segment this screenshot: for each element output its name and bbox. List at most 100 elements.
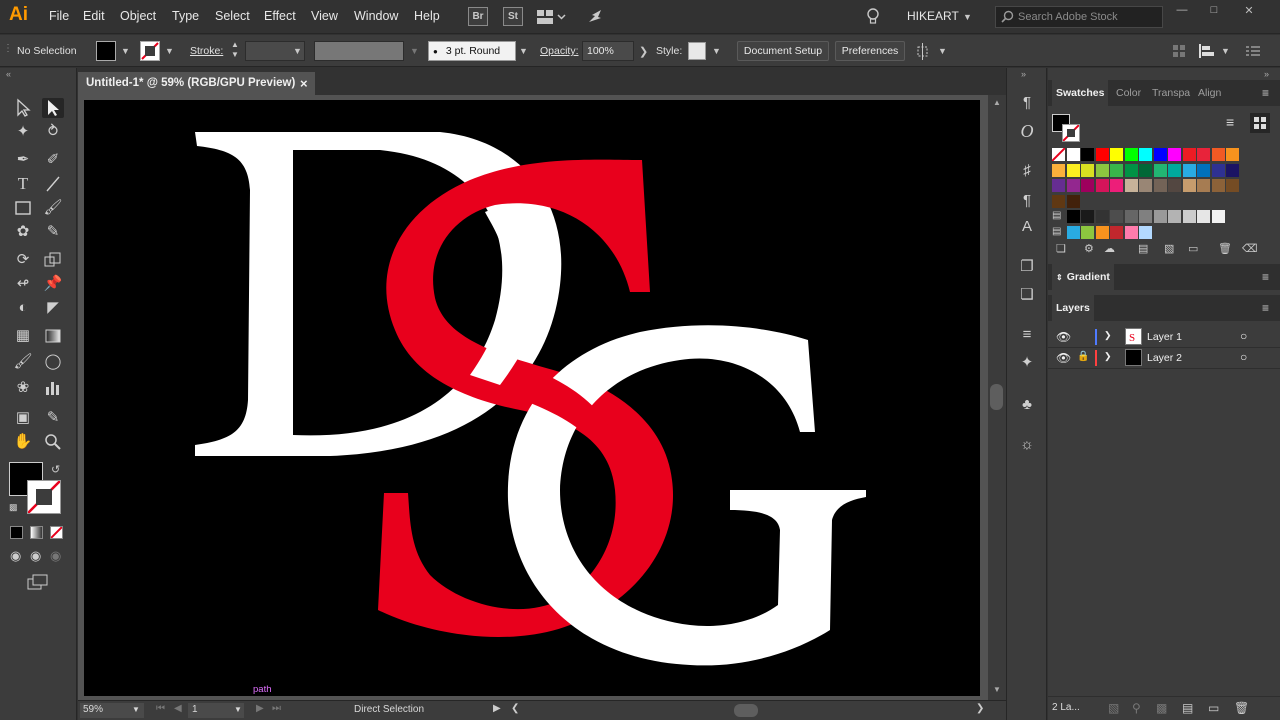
- swatch[interactable]: [1182, 163, 1196, 177]
- stroke-stepper[interactable]: ▲ ▼: [231, 40, 239, 60]
- default-colors-icon[interactable]: ▩: [9, 502, 18, 513]
- draw-behind-icon[interactable]: ◉: [30, 548, 41, 564]
- line-tool-icon[interactable]: [42, 174, 64, 194]
- swatch[interactable]: [1081, 163, 1094, 177]
- swatch[interactable]: [1124, 179, 1138, 192]
- menu-effect[interactable]: Effect: [264, 9, 296, 23]
- delete-swatch-icon[interactable]: 🗑: [1218, 242, 1232, 255]
- swatch[interactable]: [1110, 225, 1123, 239]
- opentype-icon[interactable]: O: [1016, 120, 1038, 142]
- menu-select[interactable]: Select: [215, 9, 250, 23]
- expand-dock-icon[interactable]: »: [1021, 69, 1026, 79]
- last-artboard-icon[interactable]: ⏭: [272, 703, 281, 714]
- swatch[interactable]: [1226, 163, 1239, 177]
- swatch[interactable]: [1066, 225, 1080, 239]
- swatch[interactable]: [1211, 148, 1225, 161]
- panel-menu-icon[interactable]: ≡: [1262, 301, 1269, 315]
- screen-mode-icon[interactable]: [27, 574, 49, 590]
- eyedropper-tool-icon[interactable]: 🖌: [12, 352, 34, 372]
- swatch[interactable]: [1052, 179, 1065, 192]
- new-color-group-icon[interactable]: ▧: [1164, 242, 1174, 255]
- close-tab-icon[interactable]: ×: [300, 72, 308, 95]
- stroke-swatch[interactable]: [140, 41, 160, 61]
- swatch[interactable]: [1124, 210, 1138, 223]
- tab-swatches[interactable]: Swatches: [1052, 80, 1109, 106]
- swatch[interactable]: [1081, 225, 1094, 239]
- bridge-button[interactable]: Br: [468, 7, 488, 26]
- chevron-down-icon[interactable]: ▼: [712, 46, 721, 56]
- swatch[interactable]: [1051, 147, 1066, 162]
- menu-window[interactable]: Window: [354, 9, 398, 23]
- visibility-eye-icon[interactable]: 👁: [1056, 351, 1071, 365]
- swatch[interactable]: [1226, 179, 1239, 192]
- dsg-logo-artwork[interactable]: [84, 100, 980, 696]
- maximize-icon[interactable]: □: [1200, 4, 1228, 16]
- expand-layer-icon[interactable]: ❯: [1104, 351, 1112, 362]
- layer-name[interactable]: Layer 1: [1147, 331, 1182, 343]
- close-window-icon[interactable]: ✕: [1235, 4, 1263, 17]
- previous-artboard-icon[interactable]: ◀: [174, 703, 182, 714]
- opacity-label[interactable]: Opacity:: [540, 45, 579, 57]
- lasso-tool-icon[interactable]: ⥁: [42, 122, 64, 142]
- swatch[interactable]: [1211, 210, 1225, 223]
- swatch[interactable]: [1066, 179, 1080, 192]
- direct-selection-tool-icon[interactable]: [42, 98, 64, 118]
- variable-width-profile[interactable]: [314, 41, 404, 61]
- menu-view[interactable]: View: [311, 9, 338, 23]
- width-tool-icon[interactable]: ↫: [12, 274, 34, 294]
- search-stock-input[interactable]: Search Adobe Stock: [995, 6, 1163, 28]
- chevron-down-icon[interactable]: ▼: [410, 46, 419, 56]
- new-sublayer-icon[interactable]: ▤: [1182, 701, 1193, 715]
- layer-row[interactable]: 👁 🔒 ❯ Layer 2 ○: [1048, 348, 1280, 369]
- none-mode-icon[interactable]: [50, 526, 63, 539]
- swatch-grid[interactable]: ▤ ▤: [1051, 147, 1272, 239]
- visibility-eye-icon[interactable]: 👁: [1056, 330, 1071, 344]
- swatch[interactable]: [1211, 179, 1225, 192]
- tab-gradient[interactable]: ⇕ Gradient: [1052, 264, 1114, 290]
- scroll-right-icon[interactable]: ❯: [976, 703, 984, 714]
- scale-tool-icon[interactable]: [42, 250, 64, 270]
- swatch[interactable]: [1110, 179, 1123, 192]
- collect-export-icon[interactable]: ▧: [1108, 701, 1119, 715]
- fill-swatch[interactable]: [96, 41, 116, 61]
- swatch[interactable]: [1197, 148, 1210, 161]
- arrange-documents-icon[interactable]: [536, 8, 566, 26]
- swatch[interactable]: [1124, 225, 1138, 239]
- swatch[interactable]: [1052, 194, 1065, 208]
- layer-row[interactable]: 👁 ❯ S Layer 1 ○: [1048, 327, 1280, 348]
- shaper-tool-icon[interactable]: ✿: [12, 222, 34, 242]
- swatch[interactable]: [1197, 210, 1210, 223]
- swatch[interactable]: [1153, 179, 1167, 192]
- artboard-tool-icon[interactable]: ▣: [12, 408, 34, 428]
- swatch[interactable]: [1153, 148, 1167, 161]
- document-tab[interactable]: Untitled-1* @ 59% (RGB/GPU Preview) ×: [78, 72, 315, 95]
- swatch[interactable]: [1095, 163, 1109, 177]
- delete-layer-icon[interactable]: 🗑: [1234, 701, 1249, 715]
- curvature-tool-icon[interactable]: ✐: [42, 150, 64, 170]
- swatch[interactable]: [1052, 163, 1065, 177]
- expand-layer-icon[interactable]: ❯: [1104, 330, 1112, 341]
- chevron-down-icon[interactable]: ▼: [963, 12, 972, 22]
- swatch[interactable]: [1081, 179, 1094, 192]
- puppet-warp-tool-icon[interactable]: 📌: [42, 274, 64, 294]
- magic-wand-tool-icon[interactable]: ✦: [12, 122, 34, 142]
- next-artboard-icon[interactable]: ▶: [256, 703, 264, 714]
- swatch[interactable]: [1139, 179, 1152, 192]
- brush-definition[interactable]: ● 3 pt. Round: [428, 41, 516, 61]
- lightbulb-icon[interactable]: [865, 7, 881, 27]
- pathfinder-icon[interactable]: ❏: [1016, 284, 1038, 306]
- horizontal-scroll-thumb[interactable]: [734, 704, 758, 717]
- stroke-color-box[interactable]: [27, 480, 61, 514]
- swatch[interactable]: [1182, 179, 1196, 192]
- swatch[interactable]: [1197, 179, 1210, 192]
- chevron-down-icon[interactable]: ▼: [234, 705, 242, 714]
- paragraph-icon[interactable]: ¶: [1016, 92, 1038, 114]
- stroke-label[interactable]: Stroke:: [190, 45, 223, 57]
- character-styles-icon[interactable]: ♯: [1016, 160, 1038, 182]
- swatch[interactable]: [1124, 163, 1138, 177]
- collapse-panels-icon[interactable]: »: [1264, 69, 1269, 79]
- new-layer-icon[interactable]: ▭: [1208, 701, 1219, 715]
- swatch[interactable]: [1095, 179, 1109, 192]
- character-icon[interactable]: A: [1016, 216, 1038, 238]
- document-setup-button[interactable]: Document Setup: [737, 41, 829, 61]
